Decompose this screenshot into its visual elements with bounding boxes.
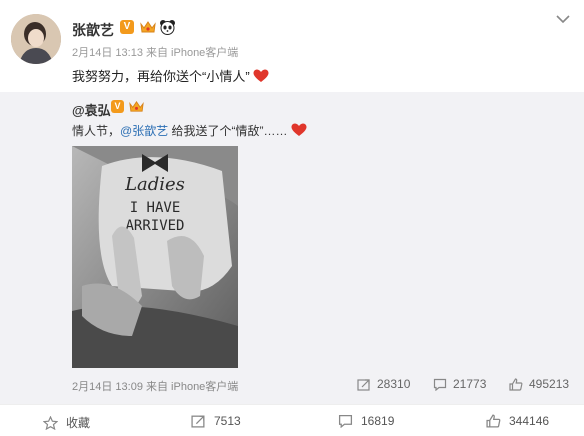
share-icon	[357, 378, 370, 391]
weibo-post: 张歆艺 V 2月14日 13:13 来自 iPhone客户端 我努努力，再给你送…	[0, 0, 584, 436]
repost-text-before: 情人节，	[72, 124, 121, 138]
repost-likes-value: 495213	[529, 377, 570, 391]
thumbs-up-icon	[486, 414, 501, 428]
comment-button[interactable]: 16819	[338, 414, 394, 428]
comment-icon	[433, 378, 447, 391]
post-text-content: 我努努力，再给你送个“小情人”	[72, 69, 250, 84]
repost-mention-link[interactable]: @张歆艺	[120, 124, 168, 138]
repost-reposts-value: 28310	[377, 377, 411, 391]
repost-reposts-count[interactable]: 28310	[357, 377, 410, 391]
heart-emoji-icon	[253, 69, 269, 82]
panda-badge-icon	[160, 20, 175, 35]
star-icon	[43, 415, 58, 430]
repost-heart-emoji-icon	[291, 123, 307, 136]
comment-count-label: 16819	[361, 414, 395, 428]
repost-photo[interactable]: Ladies I HAVE ARRIVED	[72, 146, 238, 368]
photo-text-ladies: Ladies	[124, 174, 185, 195]
repost-text: 情人节，@张歆艺 给我送了个“情敌”……	[72, 122, 307, 139]
repost-author[interactable]: @袁弘	[72, 100, 111, 119]
post-timestamp[interactable]: 2月14日 13:13 来自 iPhone客户端	[72, 44, 238, 60]
like-button[interactable]: 344146	[486, 414, 549, 428]
repost-text-after: 给我送了个“情敌”……	[168, 124, 288, 138]
photo-text-i-have: I HAVE	[130, 200, 181, 216]
share-icon	[191, 415, 205, 428]
like-count-label: 344146	[509, 414, 550, 428]
avatar[interactable]	[11, 14, 61, 64]
repost-count-label: 7513	[214, 414, 241, 428]
repost-comments-value: 21773	[453, 377, 487, 391]
repost-crown-badge-icon	[129, 100, 144, 112]
favorite-label: 收藏	[66, 416, 91, 430]
repost-comments-count[interactable]: 21773	[433, 377, 486, 391]
author-name[interactable]: 张歆艺	[72, 20, 114, 40]
repost-likes-count[interactable]: 495213	[509, 377, 569, 391]
chevron-down-icon[interactable]	[556, 14, 570, 24]
photo-text-arrived: ARRIVED	[125, 218, 184, 234]
post-text: 我努努力，再给你送个“小情人”	[72, 66, 269, 85]
verified-badge-icon: V	[120, 20, 134, 34]
crown-badge-icon	[140, 21, 156, 33]
repost-button[interactable]: 7513	[191, 414, 241, 428]
thumbs-up-icon	[509, 377, 523, 391]
comment-icon	[338, 415, 353, 428]
repost-verified-badge-icon: V	[111, 100, 124, 113]
favorite-button[interactable]: 收藏	[43, 414, 90, 431]
repost-timestamp[interactable]: 2月14日 13:09 来自 iPhone客户端	[72, 378, 238, 394]
